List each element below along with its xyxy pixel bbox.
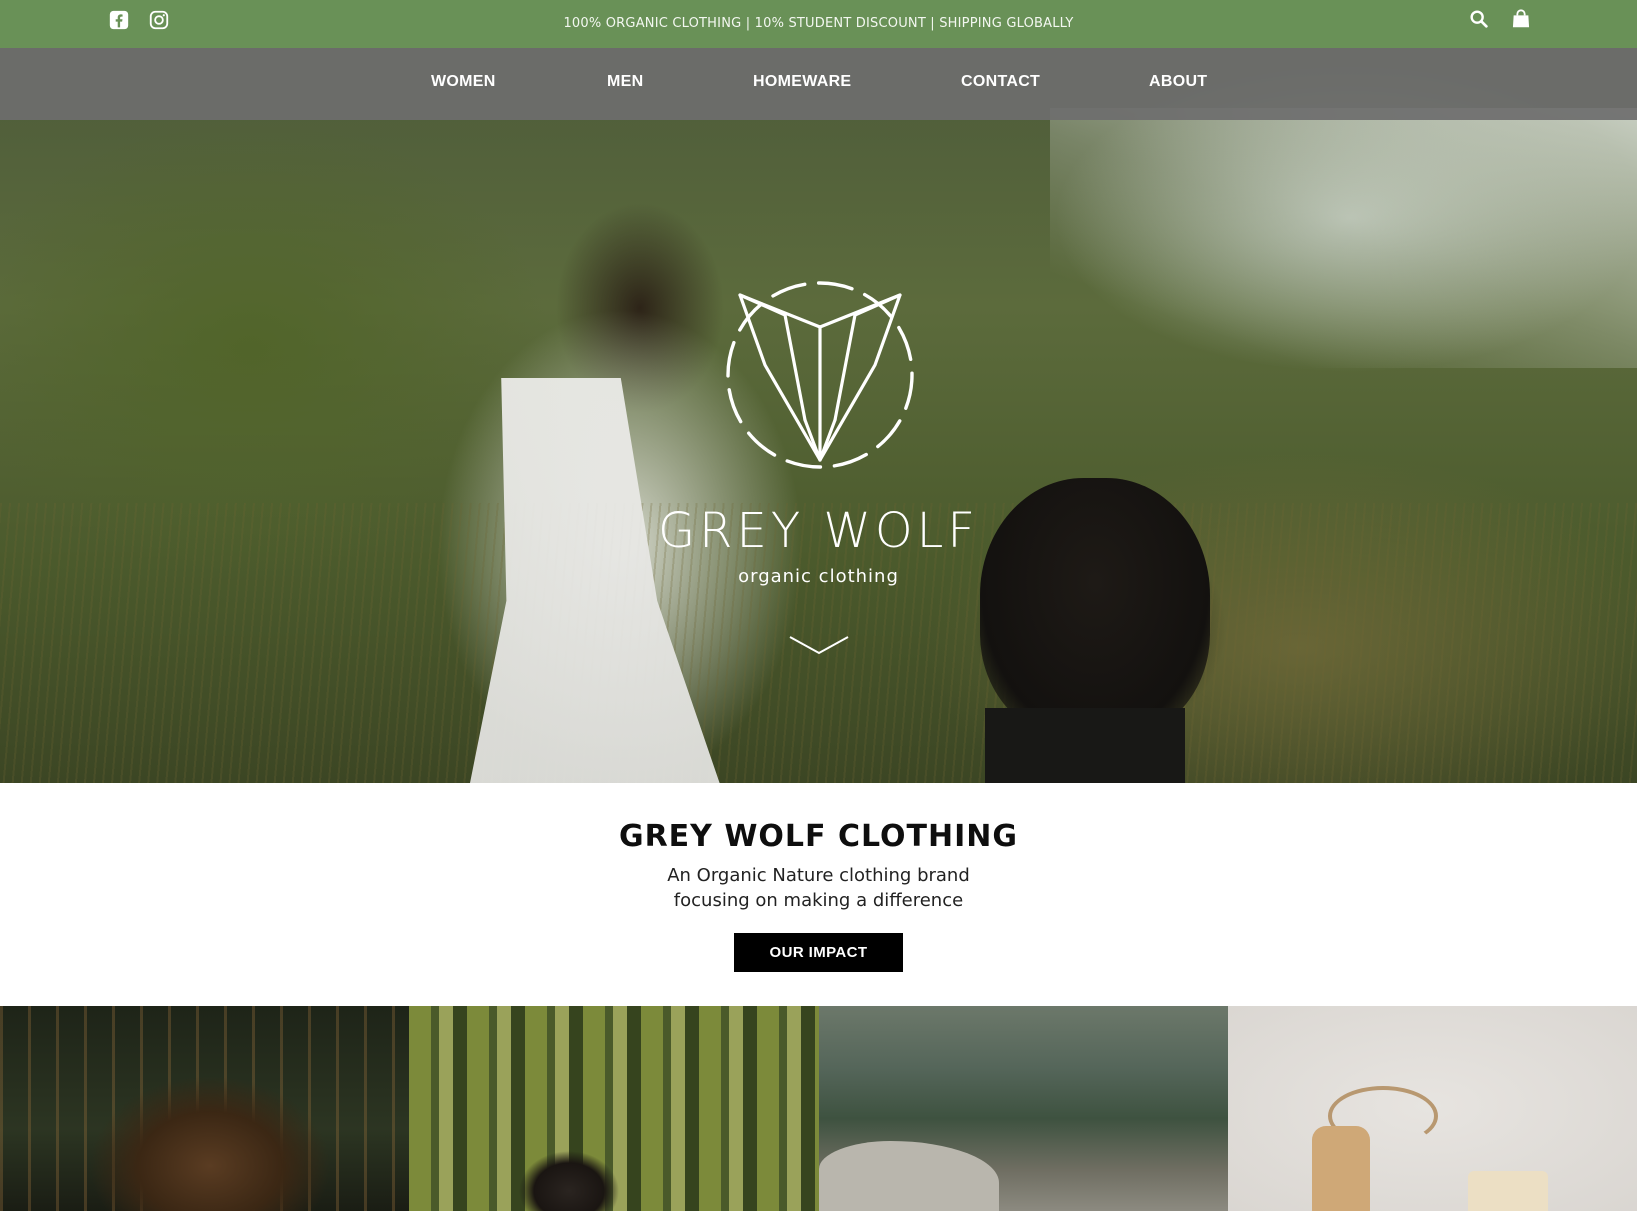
tile-homeware[interactable] xyxy=(1227,1006,1637,1211)
nav-item-contact[interactable]: CONTACT xyxy=(961,73,1040,91)
tile-man-in-bamboo[interactable] xyxy=(409,1006,819,1211)
tile-rock xyxy=(818,1141,999,1211)
tile-soap xyxy=(1467,1171,1548,1211)
wolf-logo-icon xyxy=(726,281,914,469)
our-impact-button[interactable]: OUR IMPACT xyxy=(734,933,903,972)
tile-lake-landscape[interactable] xyxy=(818,1006,1228,1211)
main-nav: WOMEN MEN HOMEWARE CONTACT ABOUT xyxy=(0,48,1637,120)
tile-brush xyxy=(1311,1126,1370,1211)
intro-section: GREY WOLF CLOTHING An Organic Nature clo… xyxy=(0,783,1637,1006)
intro-heading: GREY WOLF CLOTHING xyxy=(618,819,1019,854)
search-icon[interactable] xyxy=(1468,8,1490,30)
nav-item-men[interactable]: MEN xyxy=(607,73,643,91)
intro-text-line-2: focusing on making a difference xyxy=(673,890,964,911)
nav-item-about[interactable]: ABOUT xyxy=(1149,73,1207,91)
utility-icons xyxy=(1468,8,1532,30)
chevron-down-icon[interactable] xyxy=(788,634,850,656)
shopping-bag-icon[interactable] xyxy=(1510,8,1532,30)
nav-item-women[interactable]: WOMEN xyxy=(431,73,496,91)
hero-sky xyxy=(1050,108,1637,368)
category-tiles xyxy=(0,1006,1637,1211)
hero-man-shirt xyxy=(985,708,1185,783)
hero-brand-name: GREY WOLF xyxy=(657,503,980,559)
tile-woman-in-jungle[interactable] xyxy=(0,1006,410,1211)
promo-text: 100% ORGANIC CLOTHING | 10% STUDENT DISC… xyxy=(563,16,1074,31)
hero-tagline: organic clothing xyxy=(738,566,899,587)
nav-item-homeware[interactable]: HOMEWARE xyxy=(753,73,851,91)
intro-text-line-1: An Organic Nature clothing brand xyxy=(667,865,970,886)
promo-bar: 100% ORGANIC CLOTHING | 10% STUDENT DISC… xyxy=(0,0,1637,48)
